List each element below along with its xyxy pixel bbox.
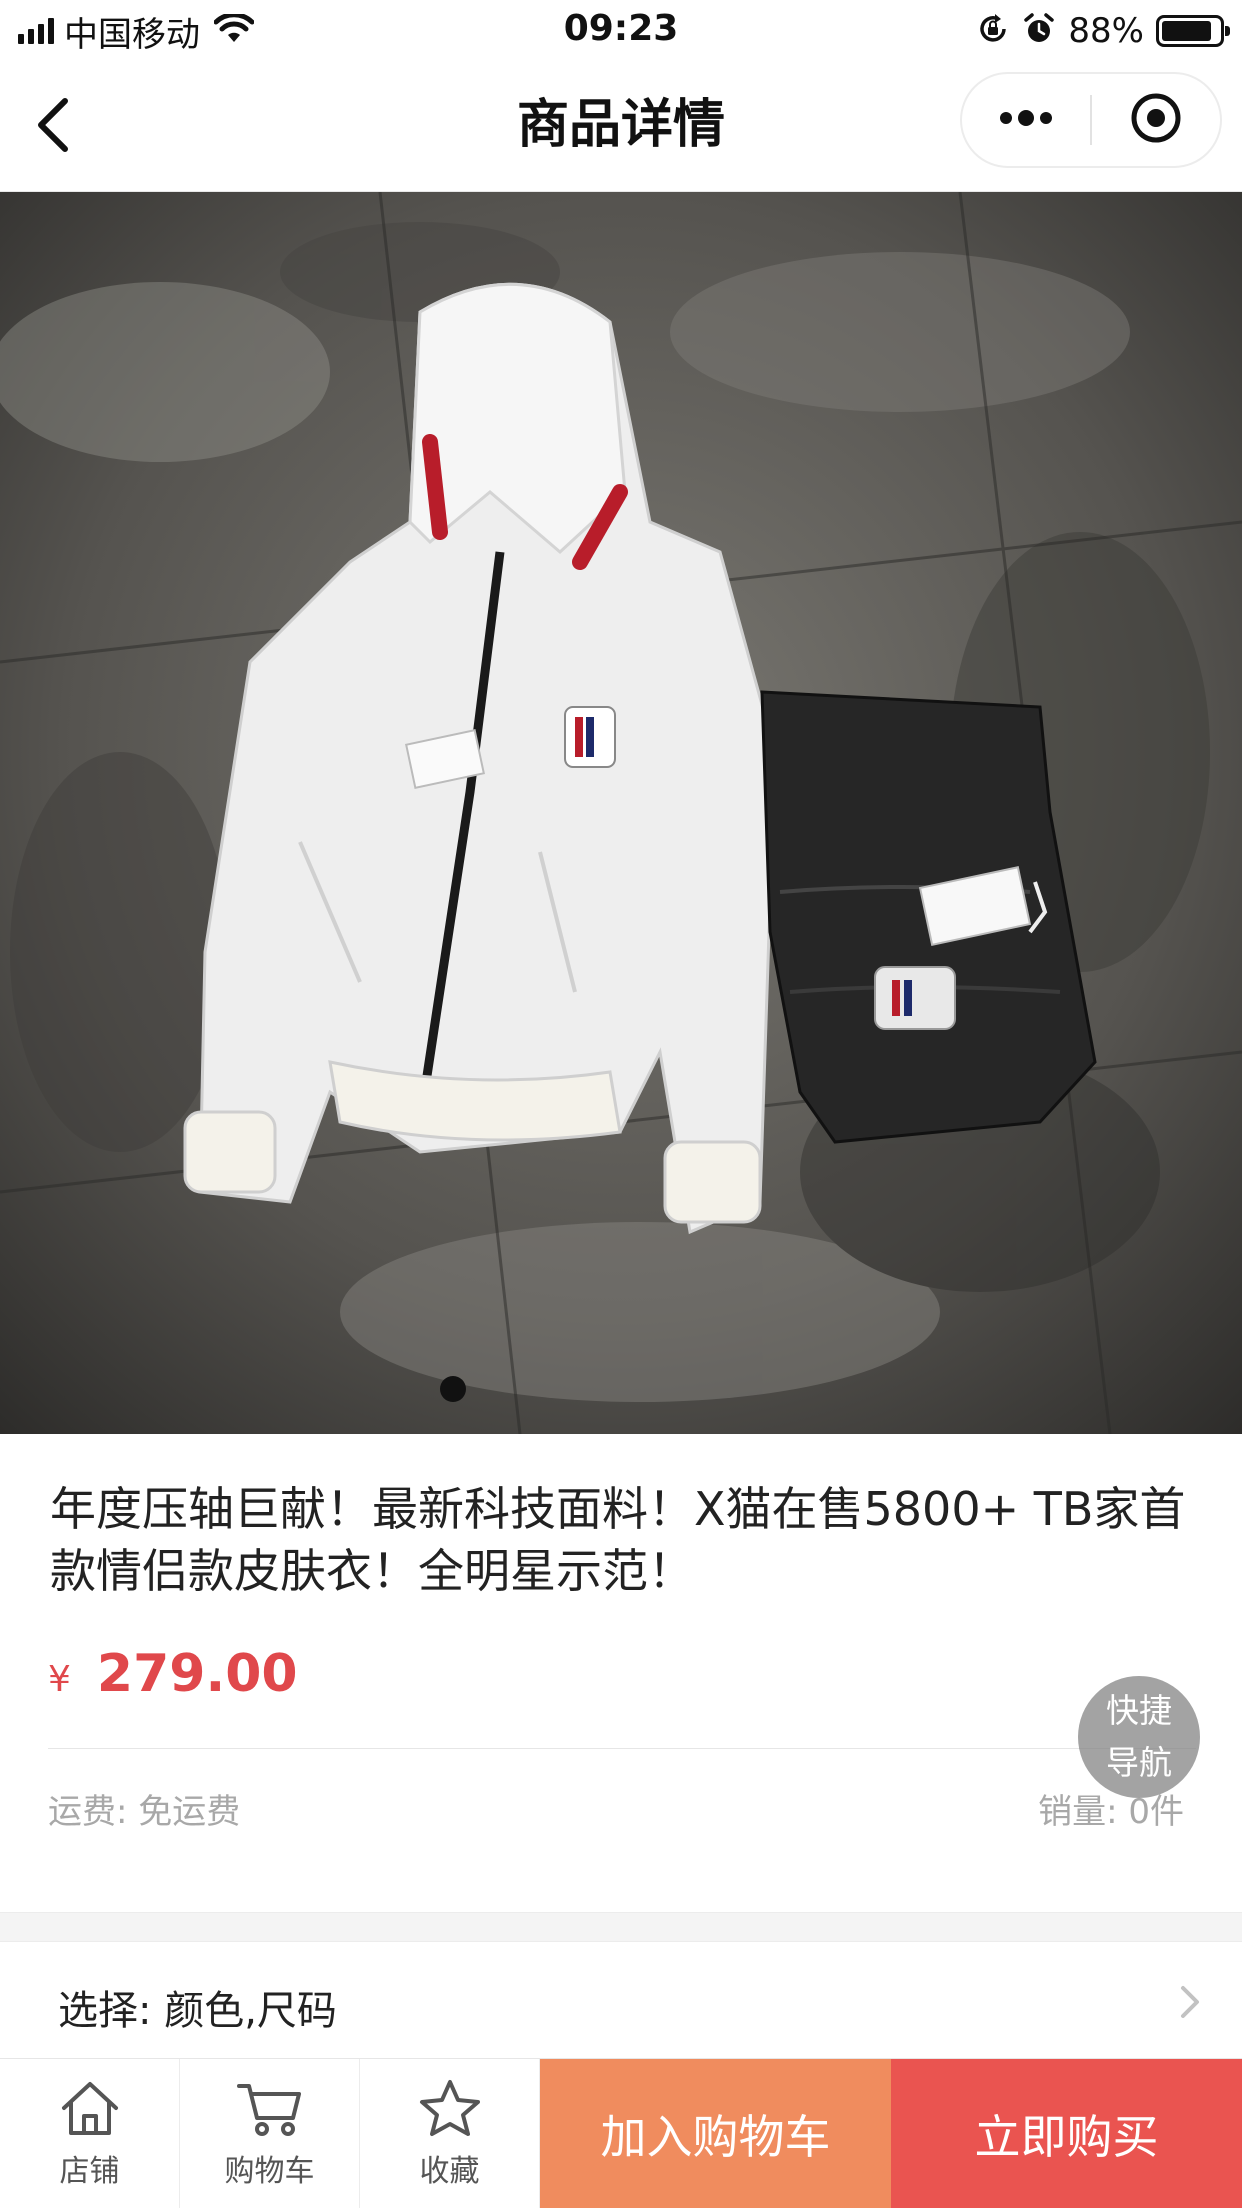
bottom-action-bar: 店铺 购物车 收藏 加入购物车 立即购买 bbox=[0, 2058, 1242, 2208]
star-icon bbox=[418, 2078, 482, 2142]
divider bbox=[48, 1748, 1196, 1749]
shipping-info: 运费: 免运费 bbox=[48, 1792, 241, 1832]
more-dots-icon bbox=[996, 108, 1056, 132]
alarm-icon bbox=[1022, 12, 1056, 50]
back-button[interactable] bbox=[18, 92, 88, 162]
buy-now-button[interactable]: 立即购买 bbox=[891, 2059, 1242, 2208]
tab-cart-label: 购物车 bbox=[224, 2154, 315, 2189]
product-title: 年度压轴巨献！最新科技面料！X猫在售5800+ TB家首款情侣款皮肤衣！全明星示… bbox=[50, 1482, 1186, 1598]
mini-program-capsule bbox=[960, 72, 1222, 168]
tab-favorite-label: 收藏 bbox=[419, 2154, 480, 2189]
cart-icon bbox=[235, 2078, 305, 2142]
battery-percent: 88% bbox=[1068, 11, 1144, 51]
more-button[interactable] bbox=[962, 72, 1090, 168]
spec-selector[interactable]: 选择: 颜色,尺码 bbox=[0, 1942, 1242, 2060]
tab-store-label: 店铺 bbox=[59, 2154, 120, 2189]
nav-bar: 商品详情 bbox=[0, 62, 1242, 192]
back-arrow-icon bbox=[31, 95, 75, 159]
home-icon bbox=[58, 2078, 122, 2142]
currency-symbol: ¥ bbox=[48, 1659, 71, 1700]
rotation-lock-icon bbox=[976, 12, 1010, 50]
tab-store[interactable]: 店铺 bbox=[0, 2059, 180, 2208]
status-right: 88% bbox=[976, 10, 1230, 52]
product-price: 279.00 bbox=[96, 1644, 298, 1704]
status-bar: 中国移动 09:23 88% bbox=[0, 0, 1242, 62]
close-button[interactable] bbox=[1092, 72, 1220, 168]
add-to-cart-button[interactable]: 加入购物车 bbox=[540, 2059, 891, 2208]
tab-favorite[interactable]: 收藏 bbox=[360, 2059, 540, 2208]
product-image[interactable] bbox=[0, 192, 1242, 1434]
price-row: ¥ 279.00 bbox=[48, 1644, 298, 1704]
tab-cart[interactable]: 购物车 bbox=[180, 2059, 360, 2208]
chevron-right-icon bbox=[1178, 1982, 1202, 2026]
battery-icon bbox=[1156, 15, 1230, 47]
section-separator bbox=[0, 1912, 1242, 1942]
quick-nav-button[interactable]: 快捷 导航 bbox=[1078, 1676, 1200, 1798]
close-target-icon bbox=[1129, 91, 1183, 149]
quick-nav-label-line1: 快捷 bbox=[1106, 1691, 1172, 1730]
quick-nav-label-line2: 导航 bbox=[1106, 1743, 1172, 1782]
carousel-indicator[interactable] bbox=[440, 1376, 466, 1402]
spec-label: 选择: 颜色,尺码 bbox=[58, 1988, 337, 2034]
